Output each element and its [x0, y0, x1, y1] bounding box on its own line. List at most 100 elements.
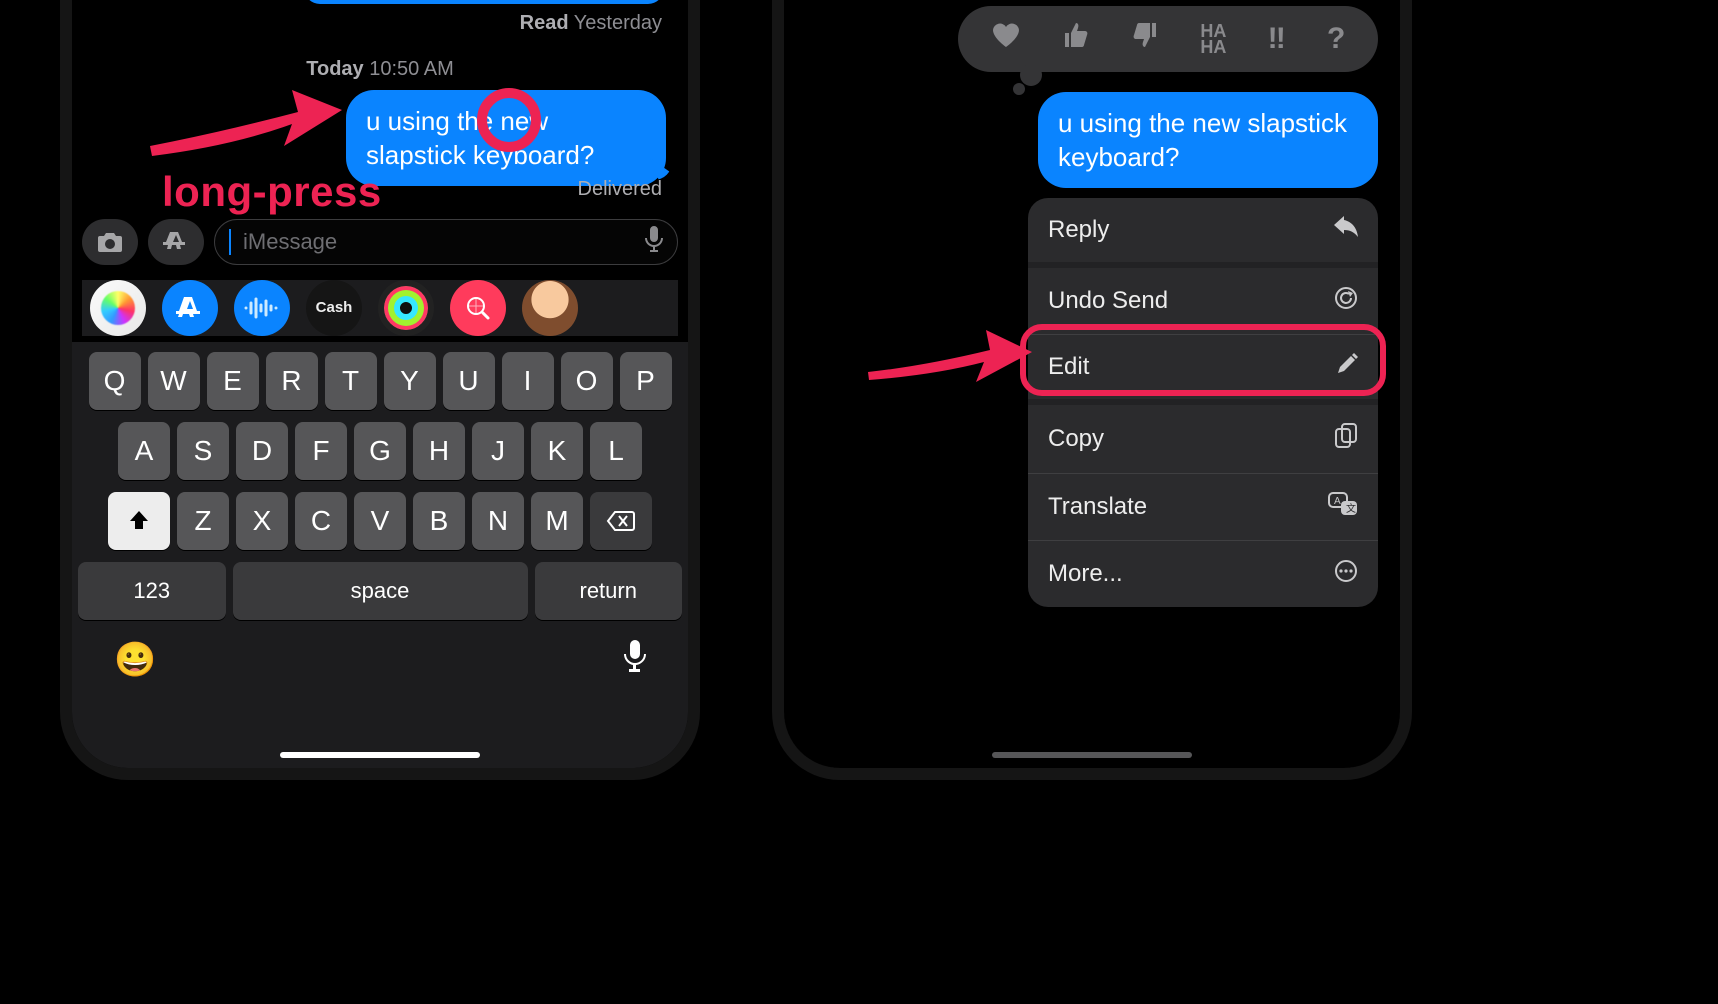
svg-text:文: 文 — [1346, 502, 1356, 515]
sent-message-text: u using the new slapstick keyboard? — [1058, 108, 1347, 172]
key-z[interactable]: Z — [177, 492, 229, 550]
key-b[interactable]: B — [413, 492, 465, 550]
annotation-arrow — [142, 76, 342, 176]
heart-icon — [991, 21, 1021, 49]
keyboard[interactable]: Q W E R T Y U I O P A S D F G H — [72, 342, 688, 768]
more-icon — [1334, 559, 1358, 589]
tapback-bar[interactable]: HAHA ‼ ? — [958, 6, 1378, 72]
app-audio-message[interactable] — [234, 280, 290, 336]
app-store-a-icon — [176, 294, 204, 322]
key-a[interactable]: A — [118, 422, 170, 480]
menu-copy[interactable]: Copy — [1028, 399, 1378, 473]
key-m[interactable]: M — [531, 492, 583, 550]
key-o[interactable]: O — [561, 352, 613, 410]
menu-translate[interactable]: Translate A文 — [1028, 473, 1378, 540]
sent-message-bubble-focus[interactable]: u using the new slapstick keyboard? — [1038, 92, 1378, 188]
app-store-icon — [163, 229, 189, 255]
key-return[interactable]: return — [535, 562, 683, 620]
menu-reply[interactable]: Reply — [1028, 198, 1378, 262]
key-i[interactable]: I — [502, 352, 554, 410]
key-y[interactable]: Y — [384, 352, 436, 410]
sent-message-bubble[interactable]: u using the new slapstick keyboard? — [346, 90, 666, 186]
key-l[interactable]: L — [590, 422, 642, 480]
app-memoji[interactable] — [522, 280, 578, 336]
key-c[interactable]: C — [295, 492, 347, 550]
key-backspace[interactable] — [590, 492, 652, 550]
key-v[interactable]: V — [354, 492, 406, 550]
menu-undo-send[interactable]: Undo Send — [1028, 262, 1378, 334]
read-label: Read — [520, 12, 569, 34]
key-s[interactable]: S — [177, 422, 229, 480]
messages-context-screen: HAHA ‼ ? u using the new slapstick keybo… — [784, 0, 1400, 768]
message-input[interactable]: iMessage — [214, 219, 678, 265]
delivered-status: Delivered — [578, 178, 662, 201]
app-store[interactable] — [162, 280, 218, 336]
dictate-icon[interactable] — [645, 226, 663, 258]
message-input-placeholder: iMessage — [243, 229, 635, 255]
timestamp-day: Today — [306, 58, 363, 80]
key-x[interactable]: X — [236, 492, 288, 550]
menu-edit-label: Edit — [1048, 353, 1089, 381]
pencil-icon — [1336, 353, 1358, 381]
phone-left: Read Yesterday Today 10:50 AM u using th… — [60, 0, 700, 780]
backspace-icon — [606, 510, 636, 532]
key-u[interactable]: U — [443, 352, 495, 410]
previous-sent-bubble[interactable] — [304, 0, 664, 4]
messages-screen: Read Yesterday Today 10:50 AM u using th… — [72, 0, 688, 768]
key-e[interactable]: E — [207, 352, 259, 410]
key-q[interactable]: Q — [89, 352, 141, 410]
imessage-app-strip[interactable]: Cash — [82, 280, 678, 336]
tutorial-canvas: Read Yesterday Today 10:50 AM u using th… — [0, 0, 1718, 1004]
home-indicator[interactable] — [992, 752, 1192, 758]
app-store-shortcut-button[interactable] — [148, 219, 204, 265]
menu-copy-label: Copy — [1048, 425, 1104, 453]
tapback-heart[interactable] — [991, 21, 1021, 57]
key-p[interactable]: P — [620, 352, 672, 410]
key-n[interactable]: N — [472, 492, 524, 550]
tapback-thumbs-up[interactable] — [1062, 21, 1090, 57]
keyboard-row-2: A S D F G H J K L — [78, 422, 682, 480]
home-indicator[interactable] — [280, 752, 480, 758]
key-f[interactable]: F — [295, 422, 347, 480]
key-numbers[interactable]: 123 — [78, 562, 226, 620]
menu-more-label: More... — [1048, 560, 1123, 588]
keyboard-row-1: Q W E R T Y U I O P — [78, 352, 682, 410]
key-t[interactable]: T — [325, 352, 377, 410]
reply-icon — [1334, 216, 1358, 244]
app-apple-cash[interactable]: Cash — [306, 280, 362, 336]
camera-button[interactable] — [82, 219, 138, 265]
tapback-haha[interactable]: HAHA — [1200, 23, 1226, 55]
annotation-label: long-press — [162, 168, 382, 216]
undo-send-icon — [1334, 286, 1358, 316]
thumbs-down-icon — [1131, 21, 1159, 49]
key-space[interactable]: space — [233, 562, 528, 620]
key-w[interactable]: W — [148, 352, 200, 410]
key-r[interactable]: R — [266, 352, 318, 410]
camera-icon — [96, 230, 124, 254]
menu-reply-label: Reply — [1048, 216, 1109, 244]
app-fitness[interactable] — [378, 280, 434, 336]
compose-row: iMessage — [82, 214, 678, 270]
key-k[interactable]: K — [531, 422, 583, 480]
timestamp-time: 10:50 AM — [369, 58, 454, 80]
key-g[interactable]: G — [354, 422, 406, 480]
tapback-exclaim[interactable]: ‼ — [1268, 22, 1286, 56]
key-j[interactable]: J — [472, 422, 524, 480]
dictation-button[interactable] — [624, 640, 646, 681]
menu-more[interactable]: More... — [1028, 540, 1378, 607]
svg-text:A: A — [1334, 496, 1341, 507]
key-d[interactable]: D — [236, 422, 288, 480]
phone-right: HAHA ‼ ? u using the new slapstick keybo… — [772, 0, 1412, 780]
key-h[interactable]: H — [413, 422, 465, 480]
sent-message-text: u using the new slapstick keyboard? — [366, 106, 594, 170]
key-shift[interactable] — [108, 492, 170, 550]
tapback-thumbs-down[interactable] — [1131, 21, 1159, 57]
tapback-question[interactable]: ? — [1327, 22, 1345, 56]
menu-edit[interactable]: Edit — [1028, 334, 1378, 399]
read-receipt: Read Yesterday — [520, 12, 662, 35]
message-context-menu[interactable]: Reply Undo Send Edit — [1028, 198, 1378, 607]
emoji-keyboard-button[interactable]: 😀 — [114, 640, 156, 681]
app-photos[interactable] — [90, 280, 146, 336]
app-find[interactable] — [450, 280, 506, 336]
photos-icon — [101, 291, 135, 325]
